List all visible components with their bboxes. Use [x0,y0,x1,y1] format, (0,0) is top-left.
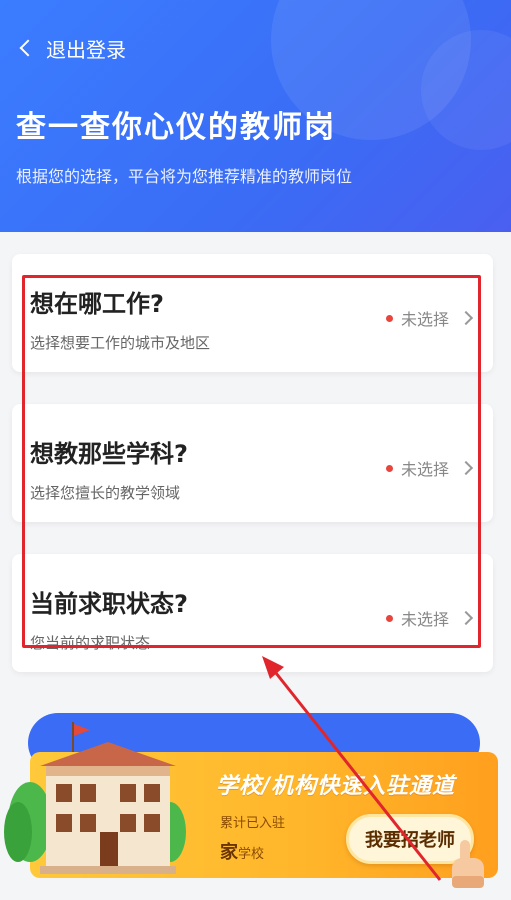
card-hint: 选择想要工作的城市及地区 [30,334,211,352]
status-label: 未选择 [400,610,449,629]
page-subtitle: 根据您的选择，平台将为您推荐精准的教师岗位 [16,167,353,186]
chevron-right-icon [458,460,474,476]
banner-tagline: 学校/机构快速入驻通道 [216,774,456,799]
card-question: 当前求职状态? [30,590,188,618]
chevron-right-icon [458,610,474,626]
subject-card[interactable]: 想教那些学科? 选择您擅长的教学领域 未选择 [12,404,493,522]
status-label: 未选择 [400,310,449,329]
status-label: 未选择 [400,460,449,479]
work-location-card[interactable]: 想在哪工作? 选择想要工作的城市及地区 未选择 [12,254,493,372]
school-building-icon [4,722,186,874]
status-dot-icon [385,464,393,472]
status-dot-icon [385,614,393,622]
joined-count-value: 家学校 [220,838,264,864]
preference-cards: 想在哪工作? 选择想要工作的城市及地区 未选择 想教那些学科? 选择您擅长的教学… [12,254,493,672]
status-dot-icon [385,314,393,322]
job-status-card[interactable]: 当前求职状态? 您当前的求职状态 未选择 [12,554,493,672]
count-unit-big: 家 [220,842,238,863]
card-status: 未选择 [385,306,474,330]
hand-pointer-icon [452,840,484,888]
card-question: 想教那些学科? [30,440,188,468]
card-status: 未选择 [385,456,474,480]
card-question: 想在哪工作? [30,290,164,318]
chevron-left-icon [19,39,37,57]
card-hint: 您当前的求职状态 [30,634,151,652]
card-status: 未选择 [385,606,474,630]
header: 退出登录 查一查你心仪的教师岗 根据您的选择，平台将为您推荐精准的教师岗位 [0,0,511,232]
logout-button[interactable]: 退出登录 [18,34,126,62]
card-hint: 选择您擅长的教学领域 [30,484,181,502]
logout-label: 退出登录 [46,37,126,62]
chevron-right-icon [458,310,474,326]
joined-count-label: 累计已入驻 [220,816,286,831]
count-unit-small: 学校 [238,847,265,862]
page-title: 查一查你心仪的教师岗 [16,110,336,145]
